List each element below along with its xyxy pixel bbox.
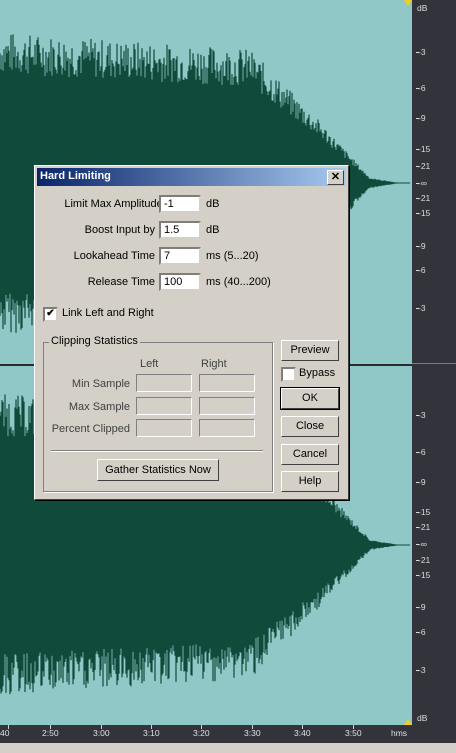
unit-db-1: dB bbox=[206, 198, 220, 210]
db-scale: dB dB -3 -6 -9 -15 -21 -∞ -21 -15 -9 -6 -3 -3 -6 -9 -… bbox=[412, 0, 456, 725]
db-tick-ch1: -21 bbox=[415, 161, 431, 171]
timeline-label: 3:30 bbox=[244, 728, 261, 738]
label-boost-input: Boost Input by bbox=[84, 224, 155, 236]
bypass-label[interactable]: Bypass bbox=[299, 367, 335, 379]
timeline-unit: hms bbox=[391, 728, 408, 738]
db-tick-ch2: -21 bbox=[415, 555, 431, 565]
link-left-right-label[interactable]: Link Left and Right bbox=[62, 307, 154, 319]
percent-clipped-right bbox=[199, 419, 255, 437]
db-tick-ch1: -15 bbox=[415, 144, 431, 154]
marker-top-icon[interactable] bbox=[404, 0, 412, 6]
timeline-label: 3:40 bbox=[294, 728, 311, 738]
label-lookahead-time: Lookahead Time bbox=[73, 250, 155, 262]
db-unit-bottom: dB bbox=[417, 713, 428, 723]
db-tick-ch1: -6 bbox=[416, 265, 426, 275]
timeline-label: 3:20 bbox=[193, 728, 210, 738]
channel-divider bbox=[412, 363, 456, 364]
clipping-statistics-title: Clipping Statistics bbox=[49, 335, 140, 347]
timeline-label: 3:00 bbox=[93, 728, 110, 738]
db-tick-ch1: -3 bbox=[416, 303, 426, 313]
timeline-ruler[interactable]: 40 2:50 3:00 3:10 3:20 3:30 3:40 3:50 hms bbox=[0, 725, 412, 743]
db-tick-ch2: -3 bbox=[416, 665, 426, 675]
timeline-label: 3:10 bbox=[143, 728, 160, 738]
dialog-title: Hard Limiting bbox=[40, 170, 111, 182]
db-tick-ch2: -9 bbox=[416, 477, 426, 487]
db-tick-ch2: -6 bbox=[416, 627, 426, 637]
row-percent-clipped: Percent Clipped bbox=[51, 423, 130, 435]
dialog-title-bar[interactable]: Hard Limiting ✕ bbox=[37, 168, 346, 186]
timeline-label: 40 bbox=[0, 728, 10, 738]
db-tick-ch2: -15 bbox=[415, 507, 431, 517]
db-tick-ch1: -3 bbox=[416, 47, 426, 57]
min-sample-right bbox=[199, 374, 255, 392]
lookahead-time-input[interactable]: 7 bbox=[159, 247, 201, 265]
unit-lookahead-range: ms (5...20) bbox=[206, 250, 259, 262]
db-tick-ch1: -∞ bbox=[416, 178, 427, 188]
timeline-label: 3:50 bbox=[345, 728, 362, 738]
db-unit-top: dB bbox=[417, 3, 428, 13]
help-button[interactable]: Help bbox=[281, 471, 339, 492]
max-sample-right bbox=[199, 397, 255, 415]
preview-button[interactable]: Preview bbox=[281, 340, 339, 361]
db-tick-ch1: -9 bbox=[416, 113, 426, 123]
min-sample-left bbox=[136, 374, 192, 392]
db-tick-ch2: -21 bbox=[415, 522, 431, 532]
close-button[interactable]: Close bbox=[281, 416, 339, 437]
max-sample-left bbox=[136, 397, 192, 415]
group-separator bbox=[51, 450, 263, 452]
db-tick-ch2: -6 bbox=[416, 447, 426, 457]
gather-statistics-button[interactable]: Gather Statistics Now bbox=[97, 459, 219, 481]
db-tick-ch1: -15 bbox=[415, 208, 431, 218]
db-tick-ch2: -∞ bbox=[416, 539, 427, 549]
bypass-checkbox[interactable] bbox=[281, 367, 296, 382]
label-release-time: Release Time bbox=[87, 276, 155, 288]
column-left-header: Left bbox=[140, 358, 159, 370]
db-tick-ch1: -6 bbox=[416, 83, 426, 93]
close-icon[interactable]: ✕ bbox=[327, 170, 344, 185]
bottom-strip bbox=[0, 743, 456, 753]
release-time-input[interactable]: 100 bbox=[159, 273, 201, 291]
cancel-button[interactable]: Cancel bbox=[281, 444, 339, 465]
percent-clipped-left bbox=[136, 419, 192, 437]
ok-button[interactable]: OK bbox=[280, 387, 340, 410]
row-min-sample: Min Sample bbox=[71, 378, 130, 390]
db-tick-ch2: -3 bbox=[416, 410, 426, 420]
timeline-label: 2:50 bbox=[42, 728, 59, 738]
row-max-sample: Max Sample bbox=[68, 401, 130, 413]
db-tick-ch1: -9 bbox=[416, 241, 426, 251]
db-tick-ch1: -21 bbox=[415, 193, 431, 203]
db-tick-ch2: -15 bbox=[415, 570, 431, 580]
limit-max-amplitude-input[interactable]: -1 bbox=[159, 195, 201, 213]
db-tick-ch2: -9 bbox=[416, 602, 426, 612]
column-right-header: Right bbox=[201, 358, 227, 370]
boost-input-field[interactable]: 1.5 bbox=[159, 221, 201, 239]
hard-limiting-dialog: Hard Limiting ✕ Limit Max Amplitude to -… bbox=[34, 165, 349, 500]
link-left-right-checkbox[interactable]: ✔ bbox=[43, 307, 58, 322]
unit-db-2: dB bbox=[206, 224, 220, 236]
ruler-corner bbox=[412, 725, 456, 743]
unit-release-range: ms (40...200) bbox=[206, 276, 271, 288]
